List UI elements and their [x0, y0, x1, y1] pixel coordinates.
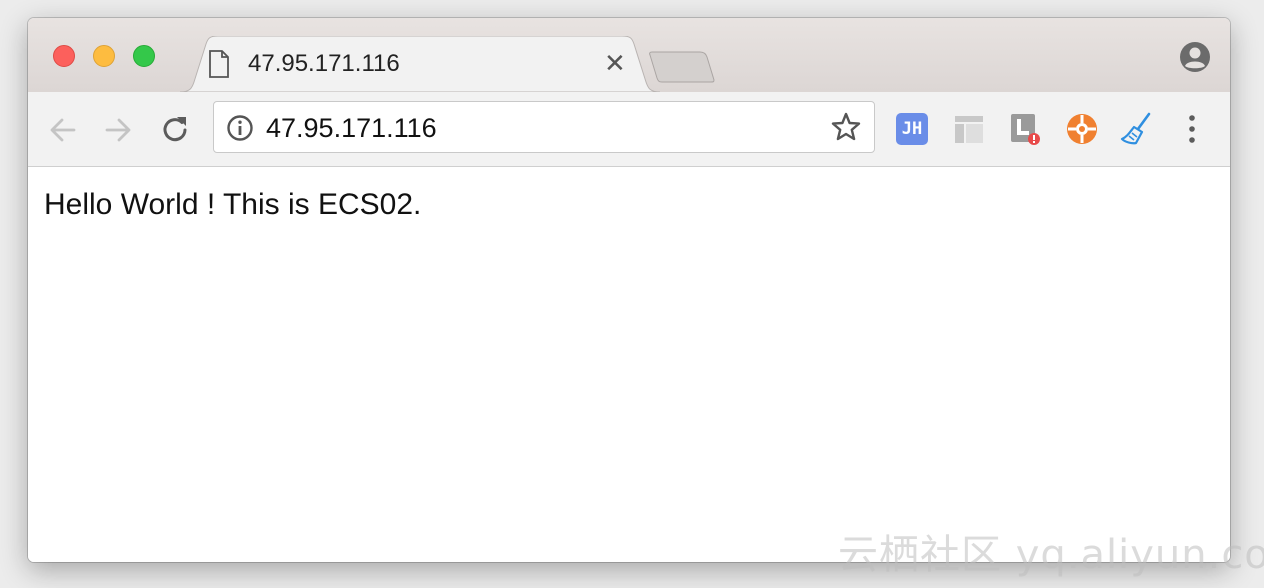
broom-extension-icon[interactable]	[1120, 112, 1154, 146]
title-bar: 47.95.171.116 ✕	[28, 18, 1230, 92]
page-content: Hello World ! This is ECS02.	[28, 167, 1230, 562]
active-tab[interactable]: 47.95.171.116 ✕	[180, 36, 660, 92]
bookmark-star-icon[interactable]	[830, 111, 862, 143]
url-text[interactable]: 47.95.171.116	[266, 113, 437, 143]
address-bar[interactable]: 47.95.171.116	[213, 101, 875, 153]
tab-title: 47.95.171.116	[248, 50, 400, 77]
tab-close-icon[interactable]: ✕	[604, 50, 626, 76]
browser-window: 47.95.171.116 ✕ 47.95.171.116 JH Hello W…	[28, 18, 1230, 562]
ui-extension-icon[interactable]	[1008, 112, 1042, 146]
jh-extension-icon[interactable]: JH	[895, 112, 929, 146]
jh-extension-label: JH	[901, 119, 923, 139]
reload-icon[interactable]	[159, 114, 191, 146]
watermark-text: 云栖社区 yq.aliyun.com	[838, 532, 1264, 578]
close-window-button[interactable]	[53, 45, 75, 67]
back-arrow-icon[interactable]	[47, 114, 79, 146]
page-body-text: Hello World ! This is ECS02.	[44, 188, 422, 221]
info-icon[interactable]	[226, 114, 254, 142]
forward-arrow-icon[interactable]	[102, 114, 134, 146]
new-tab-button[interactable]	[648, 50, 716, 84]
menu-kebab-icon[interactable]	[1183, 112, 1201, 146]
minimize-window-button[interactable]	[93, 45, 115, 67]
reader-extension-icon[interactable]	[952, 112, 986, 146]
toolbar: 47.95.171.116 JH	[28, 92, 1230, 167]
lifebuoy-extension-icon[interactable]	[1065, 112, 1099, 146]
profile-icon[interactable]	[1178, 40, 1212, 74]
document-icon	[209, 50, 229, 78]
maximize-window-button[interactable]	[133, 45, 155, 67]
